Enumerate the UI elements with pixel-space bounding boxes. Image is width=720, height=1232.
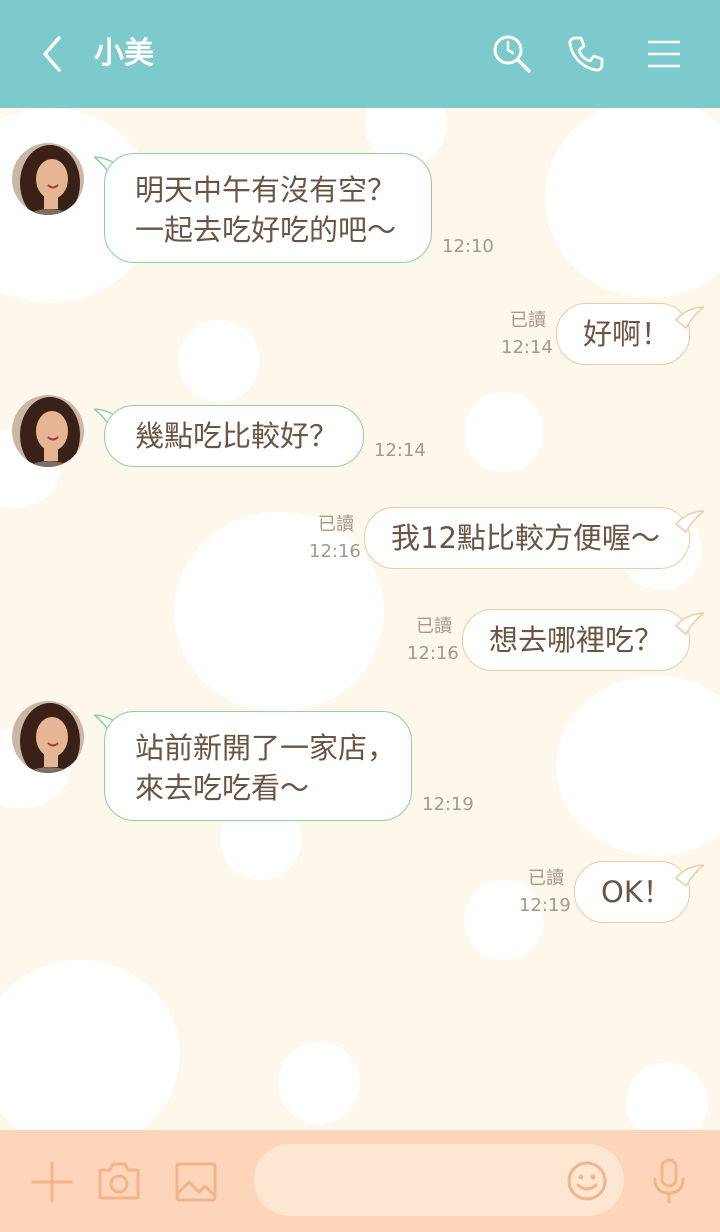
hamburger-menu-icon (648, 40, 680, 68)
bg-circle (464, 392, 544, 472)
read-receipt: 已讀 (510, 310, 546, 331)
emoji-button[interactable] (564, 1158, 610, 1204)
message-time: 12:16 (309, 541, 361, 562)
bg-circle (556, 676, 720, 856)
bubble-tail (674, 510, 704, 534)
message-time: 12:14 (374, 440, 426, 461)
bg-circle (626, 1062, 708, 1130)
message-bubble-outgoing[interactable]: 我12點比較方便喔～ (364, 507, 690, 569)
chat-header: 小美 (0, 0, 720, 108)
emoji-icon (567, 1161, 607, 1201)
search-clock-icon (493, 35, 531, 73)
voice-button[interactable] (646, 1156, 692, 1206)
message-time: 12:10 (442, 236, 494, 257)
bg-circle (0, 960, 180, 1130)
avatar[interactable] (12, 143, 84, 215)
bg-circle (278, 1042, 360, 1124)
phone-icon (568, 36, 604, 72)
photo-button[interactable] (172, 1158, 220, 1206)
message-time: 12:16 (407, 643, 459, 664)
camera-icon (98, 1162, 140, 1200)
search-button[interactable] (488, 30, 536, 78)
bubble-tail (674, 612, 704, 636)
message-bubble-outgoing[interactable]: 想去哪裡吃？ (462, 609, 690, 671)
message-bubble-incoming[interactable]: 明天中午有沒有空？ 一起去吃好吃的吧～ (104, 153, 432, 263)
message-input-bar (0, 1130, 720, 1232)
chat-title: 小美 (94, 36, 154, 71)
bubble-tail (674, 864, 704, 888)
add-button[interactable] (28, 1158, 76, 1206)
read-receipt: 已讀 (416, 616, 452, 637)
back-button[interactable] (28, 30, 76, 78)
call-button[interactable] (562, 30, 610, 78)
avatar[interactable] (12, 395, 84, 467)
message-time: 12:19 (519, 895, 571, 916)
message-bubble-outgoing[interactable]: OK！ (574, 861, 690, 923)
microphone-icon (653, 1158, 685, 1204)
camera-button[interactable] (94, 1156, 144, 1206)
plus-icon (31, 1161, 73, 1203)
image-icon (175, 1162, 217, 1202)
bg-circle (178, 320, 260, 402)
message-bubble-incoming[interactable]: 幾點吃比較好？ (104, 405, 364, 467)
message-time: 12:19 (422, 794, 474, 815)
menu-button[interactable] (640, 30, 688, 78)
message-time: 12:14 (501, 337, 553, 358)
bg-circle (545, 108, 720, 298)
chat-area[interactable]: 明天中午有沒有空？ 一起去吃好吃的吧～ 12:10 已讀 12:14 好啊！ 幾… (0, 108, 720, 1130)
bg-circle (464, 880, 544, 960)
bubble-tail (674, 306, 704, 330)
chevron-left-icon (43, 36, 61, 72)
message-bubble-incoming[interactable]: 站前新開了一家店， 來去吃吃看～ (104, 711, 412, 821)
read-receipt: 已讀 (318, 514, 354, 535)
read-receipt: 已讀 (528, 868, 564, 889)
message-bubble-outgoing[interactable]: 好啊！ (556, 303, 690, 365)
avatar[interactable] (12, 701, 84, 773)
